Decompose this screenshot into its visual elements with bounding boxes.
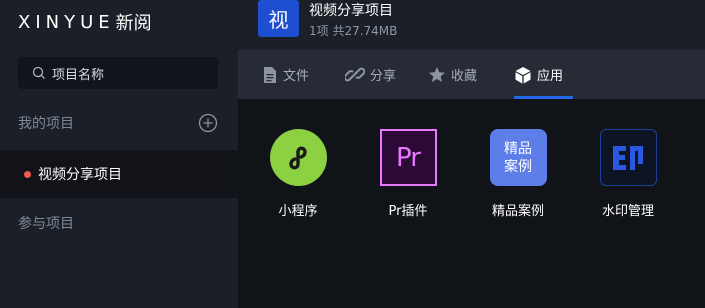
status-dot <box>24 170 31 178</box>
my-projects-header: 我的项目 <box>18 113 218 133</box>
brand-name-cn: 新阅 <box>115 13 152 34</box>
tab-bar: 文件 分享 收藏 应用 <box>238 50 705 99</box>
app-pr-plugin[interactable]: Pr Pr插件 <box>368 129 448 219</box>
tab-files[interactable]: 文件 <box>262 50 309 99</box>
joined-projects-header[interactable]: 参与项目 <box>18 213 74 233</box>
sidebar-item-label: 视频分享项目 <box>38 167 122 183</box>
apps-grid: 小程序 Pr Pr插件 精品 案例 精品案例 水印管理 <box>238 99 705 308</box>
app-window: XINYUE 新阅 项目名称 我的项目 视频分享项目 参与项目 视 视频分享项目… <box>0 0 705 308</box>
main-panel: 视 视频分享项目 1项 共27.74MB 文件 分享 收藏 应用 小程序 Pr … <box>238 0 705 308</box>
premiere-icon: Pr <box>379 129 437 186</box>
link-icon <box>345 67 365 81</box>
tab-label: 分享 <box>370 69 397 84</box>
app-label: 精品案例 <box>491 204 544 219</box>
app-label: 水印管理 <box>601 204 654 219</box>
project-meta: 1项 共27.74MB <box>309 24 398 38</box>
project-header: 视 视频分享项目 1项 共27.74MB <box>238 0 705 50</box>
sidebar: XINYUE 新阅 项目名称 我的项目 视频分享项目 参与项目 <box>0 0 238 308</box>
mini-program-icon <box>269 129 327 186</box>
file-icon <box>264 66 276 83</box>
my-projects-label: 我的项目 <box>18 116 74 132</box>
tab-apps[interactable]: 应用 <box>514 50 563 99</box>
project-avatar: 视 <box>258 0 299 37</box>
app-mini-program[interactable]: 小程序 <box>258 129 338 219</box>
tab-share[interactable]: 分享 <box>345 50 396 99</box>
tab-label: 文件 <box>283 69 310 84</box>
showcase-icon: 精品 案例 <box>489 129 547 186</box>
search-icon <box>32 66 45 79</box>
showcase-icon-text-2: 案例 <box>504 158 532 175</box>
brand-logo: XINYUE 新阅 <box>18 9 152 35</box>
search-placeholder: 项目名称 <box>52 67 105 83</box>
showcase-icon-text-1: 精品 <box>504 140 532 157</box>
project-title: 视频分享项目 <box>309 3 393 19</box>
app-watermark[interactable]: 水印管理 <box>588 129 668 219</box>
joined-projects-label: 参与项目 <box>18 216 74 232</box>
tab-label: 应用 <box>537 69 564 84</box>
app-label: Pr插件 <box>388 204 428 219</box>
star-icon <box>429 66 445 82</box>
add-project-icon[interactable] <box>198 113 218 133</box>
sidebar-item-video-share-project[interactable]: 视频分享项目 <box>0 150 238 198</box>
cube-icon <box>515 66 531 83</box>
app-label: 小程序 <box>278 204 318 219</box>
search-input[interactable]: 项目名称 <box>18 57 218 89</box>
app-showcase[interactable]: 精品 案例 精品案例 <box>478 129 558 219</box>
tab-favorites[interactable]: 收藏 <box>428 50 477 99</box>
tab-label: 收藏 <box>451 69 478 84</box>
watermark-icon <box>599 129 657 186</box>
brand-name: XINYUE <box>18 11 115 33</box>
